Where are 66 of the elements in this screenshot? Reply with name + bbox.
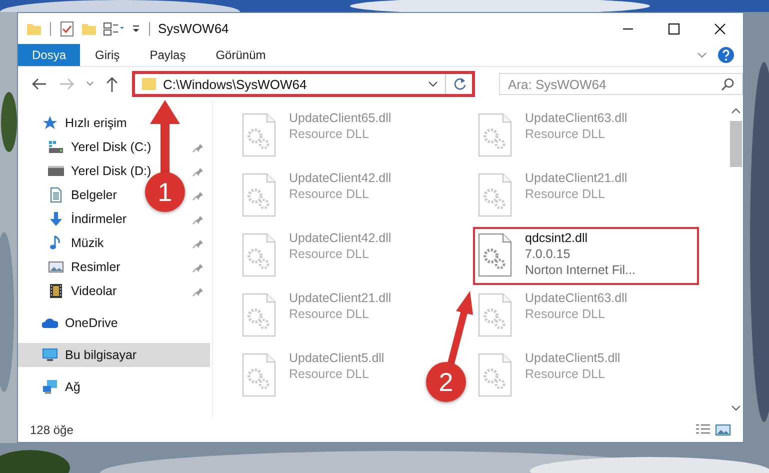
star-icon xyxy=(42,115,58,131)
file-detail: Resource DLL xyxy=(525,127,605,141)
nav-item[interactable]: OneDrive xyxy=(42,315,118,331)
ribbon-tab[interactable]: Dosya xyxy=(18,44,80,66)
ribbon-tab[interactable]: Görünüm xyxy=(200,44,281,66)
gear-file-icon[interactable] xyxy=(477,233,513,277)
monitor-icon xyxy=(42,347,58,363)
file-detail: Resource DLL xyxy=(525,307,605,321)
file-detail: Resource DLL xyxy=(525,187,605,201)
tiles-view-icon[interactable] xyxy=(715,423,731,437)
nav-item[interactable]: Videolar xyxy=(48,283,117,299)
file-detail: Resource DLL xyxy=(525,367,605,381)
pin-icon[interactable] xyxy=(192,189,204,201)
download-arrow-icon xyxy=(48,211,64,227)
properties-icon[interactable] xyxy=(103,22,125,36)
scroll-thumb[interactable] xyxy=(730,121,742,167)
checklist-icon[interactable] xyxy=(59,20,75,36)
address-field[interactable]: C:\Windows\SysWOW64 xyxy=(132,71,475,97)
network-icon xyxy=(42,379,58,395)
gear-file-icon[interactable] xyxy=(477,173,513,217)
folder-icon[interactable] xyxy=(26,22,42,36)
pin-icon[interactable] xyxy=(192,141,204,153)
search-icon[interactable] xyxy=(721,77,735,91)
file-detail: Resource DLL xyxy=(289,367,369,381)
gear-file-icon[interactable] xyxy=(241,173,277,217)
file-detail: Norton Internet Fil... xyxy=(525,263,636,277)
gear-file-icon[interactable] xyxy=(477,113,513,157)
refresh-icon[interactable] xyxy=(452,76,468,92)
ribbon-tab[interactable]: Giriş xyxy=(80,44,135,66)
drive-icon xyxy=(48,163,64,179)
picture-frame-icon xyxy=(48,259,64,275)
document-icon xyxy=(48,187,64,203)
nav-item[interactable]: Yerel Disk (C:) xyxy=(48,139,152,155)
gear-file-icon[interactable] xyxy=(241,353,277,397)
folder-icon xyxy=(141,77,157,91)
gear-file-icon[interactable] xyxy=(477,293,513,337)
pin-icon[interactable] xyxy=(192,213,204,225)
gear-file-icon[interactable] xyxy=(477,353,513,397)
pin-icon[interactable] xyxy=(192,261,204,273)
gear-file-icon[interactable] xyxy=(241,233,277,277)
nav-item[interactable]: Ağ xyxy=(42,379,80,395)
help-icon[interactable] xyxy=(717,46,735,64)
nav-item[interactable]: Bu bilgisayar xyxy=(18,343,210,367)
gear-file-icon[interactable] xyxy=(241,293,277,337)
file-detail: 7.0.0.15 xyxy=(525,247,570,261)
item-count: 128 öğe xyxy=(30,423,74,437)
nav-item[interactable]: Belgeler xyxy=(48,187,117,203)
file-name[interactable]: qdcsint2.dll xyxy=(525,231,588,245)
nav-item[interactable]: Resimler xyxy=(48,259,120,275)
pin-icon[interactable] xyxy=(192,165,204,177)
ribbon-tab[interactable]: Paylaş xyxy=(134,44,201,66)
file-detail: Resource DLL xyxy=(289,127,369,141)
nav-item[interactable]: İndirmeler xyxy=(48,211,127,227)
nav-item[interactable]: Hızlı erişim xyxy=(42,115,127,131)
drive-icon xyxy=(48,139,64,155)
pin-icon[interactable] xyxy=(192,237,204,249)
file-detail: Resource DLL xyxy=(289,307,369,321)
search-field[interactable]: Ara: SysWOW64 xyxy=(499,73,743,95)
nav-item[interactable]: Müzik xyxy=(48,235,104,251)
folder-icon[interactable] xyxy=(81,22,97,36)
pin-icon[interactable] xyxy=(192,285,204,297)
file-detail: Resource DLL xyxy=(289,187,369,201)
window-title: SysWOW64 xyxy=(158,21,229,36)
file-detail: Resource DLL xyxy=(289,247,369,261)
gear-file-icon[interactable] xyxy=(241,113,277,157)
film-icon xyxy=(48,283,64,299)
